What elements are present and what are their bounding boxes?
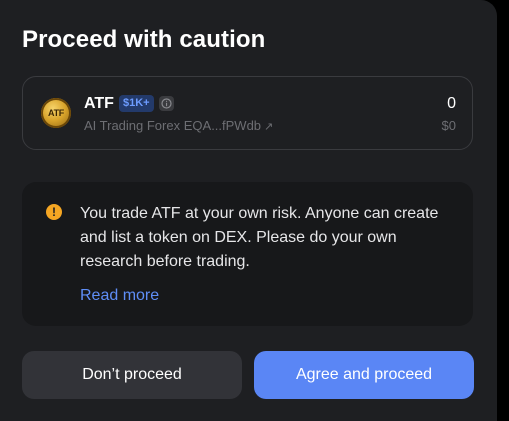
token-address: EQA...fPWdb [183,118,262,133]
read-more-link[interactable]: Read more [80,284,159,308]
token-symbol: ATF [84,95,114,112]
token-name-address-link[interactable]: AI Trading Forex EQA...fPWdb ↗ [84,118,273,135]
dialog-title: Proceed with caution [22,26,266,53]
warning-text: You trade ATF at your own risk. Anyone c… [80,205,439,270]
info-icon[interactable] [159,96,174,111]
token-fiat-value: $0 [441,118,456,133]
dont-proceed-button[interactable]: Don’t proceed [22,351,242,399]
warning-icon: ! [46,204,62,220]
token-amount: 0 [447,95,456,112]
token-logo: ATF [41,98,71,128]
warning-box: ! You trade ATF at your own risk. Anyone… [22,182,473,326]
market-cap-badge: $1K+ [119,95,154,112]
external-link-icon: ↗ [264,121,274,133]
token-logo-text: ATF [48,108,64,118]
agree-and-proceed-button[interactable]: Agree and proceed [254,351,474,399]
token-card: ATF ATF $1K+ AI Trading Forex EQA...fPWd… [22,76,473,150]
caution-dialog: Proceed with caution ATF ATF $1K+ AI Tra… [0,0,497,421]
token-name: AI Trading Forex [84,118,181,133]
